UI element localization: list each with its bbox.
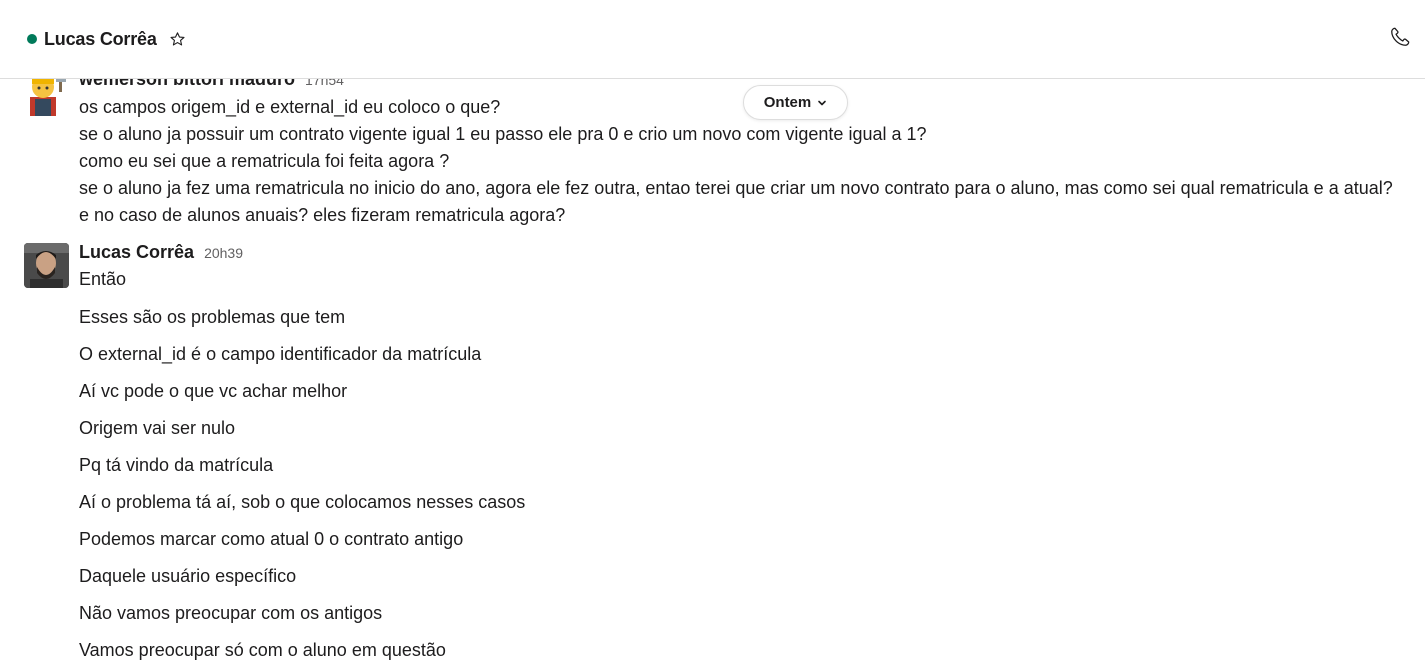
message-line: os campos origem_id e external_id eu col… xyxy=(79,97,501,117)
message-line: Daquele usuário específico xyxy=(79,566,297,586)
message-timestamp[interactable]: 20h39 xyxy=(204,245,243,261)
message-line: Vamos preocupar só com o aluno em questã… xyxy=(79,640,446,660)
message-line: se o aluno ja possuir um contrato vigent… xyxy=(79,124,927,144)
avatar[interactable] xyxy=(24,243,69,288)
message-line: e no caso de alunos anuais? eles fizeram… xyxy=(79,205,566,225)
user-photo-avatar-icon xyxy=(24,243,69,288)
conversation-title-area[interactable]: Lucas Corrêa xyxy=(27,28,186,50)
message-line: Esses são os problemas que tem xyxy=(79,307,346,327)
message-list[interactable]: wemerson bittori maduro 17h54 os campos … xyxy=(0,79,1425,662)
presence-indicator xyxy=(27,34,37,44)
date-divider-label: Ontem xyxy=(763,94,812,111)
star-icon[interactable] xyxy=(169,31,186,48)
sender-name[interactable]: Lucas Corrêa xyxy=(79,242,194,263)
chevron-down-icon xyxy=(818,100,827,105)
message-line: O external_id é o campo identificador da… xyxy=(79,344,482,364)
conversation-name[interactable]: Lucas Corrêa xyxy=(44,29,157,50)
message-timestamp[interactable]: 17h54 xyxy=(305,79,344,88)
message-line: Podemos marcar como atual 0 o contrato a… xyxy=(79,529,464,549)
message-line: como eu sei que a rematricula foi feita … xyxy=(79,151,450,171)
message-line: se o aluno ja fez uma rematricula no ini… xyxy=(79,178,1393,198)
message-line: Aí o problema tá aí, sob o que colocamos… xyxy=(79,492,526,512)
conversation-header: Lucas Corrêa xyxy=(0,0,1425,79)
phone-icon[interactable] xyxy=(1389,26,1411,48)
message-header: wemerson bittori maduro 17h54 xyxy=(79,79,344,90)
date-divider-button[interactable]: Ontem xyxy=(743,85,848,120)
avatar[interactable] xyxy=(24,79,69,116)
message-header: Lucas Corrêa 20h39 xyxy=(79,242,243,263)
message-line: Origem vai ser nulo xyxy=(79,418,236,438)
thor-emoji-avatar-icon xyxy=(30,79,66,116)
message-line: Não vamos preocupar com os antigos xyxy=(79,603,383,623)
sender-name[interactable]: wemerson bittori maduro xyxy=(79,79,295,90)
message-line: Aí vc pode o que vc achar melhor xyxy=(79,381,348,401)
message-line: Então xyxy=(79,269,127,289)
message-line: Pq tá vindo da matrícula xyxy=(79,455,274,475)
